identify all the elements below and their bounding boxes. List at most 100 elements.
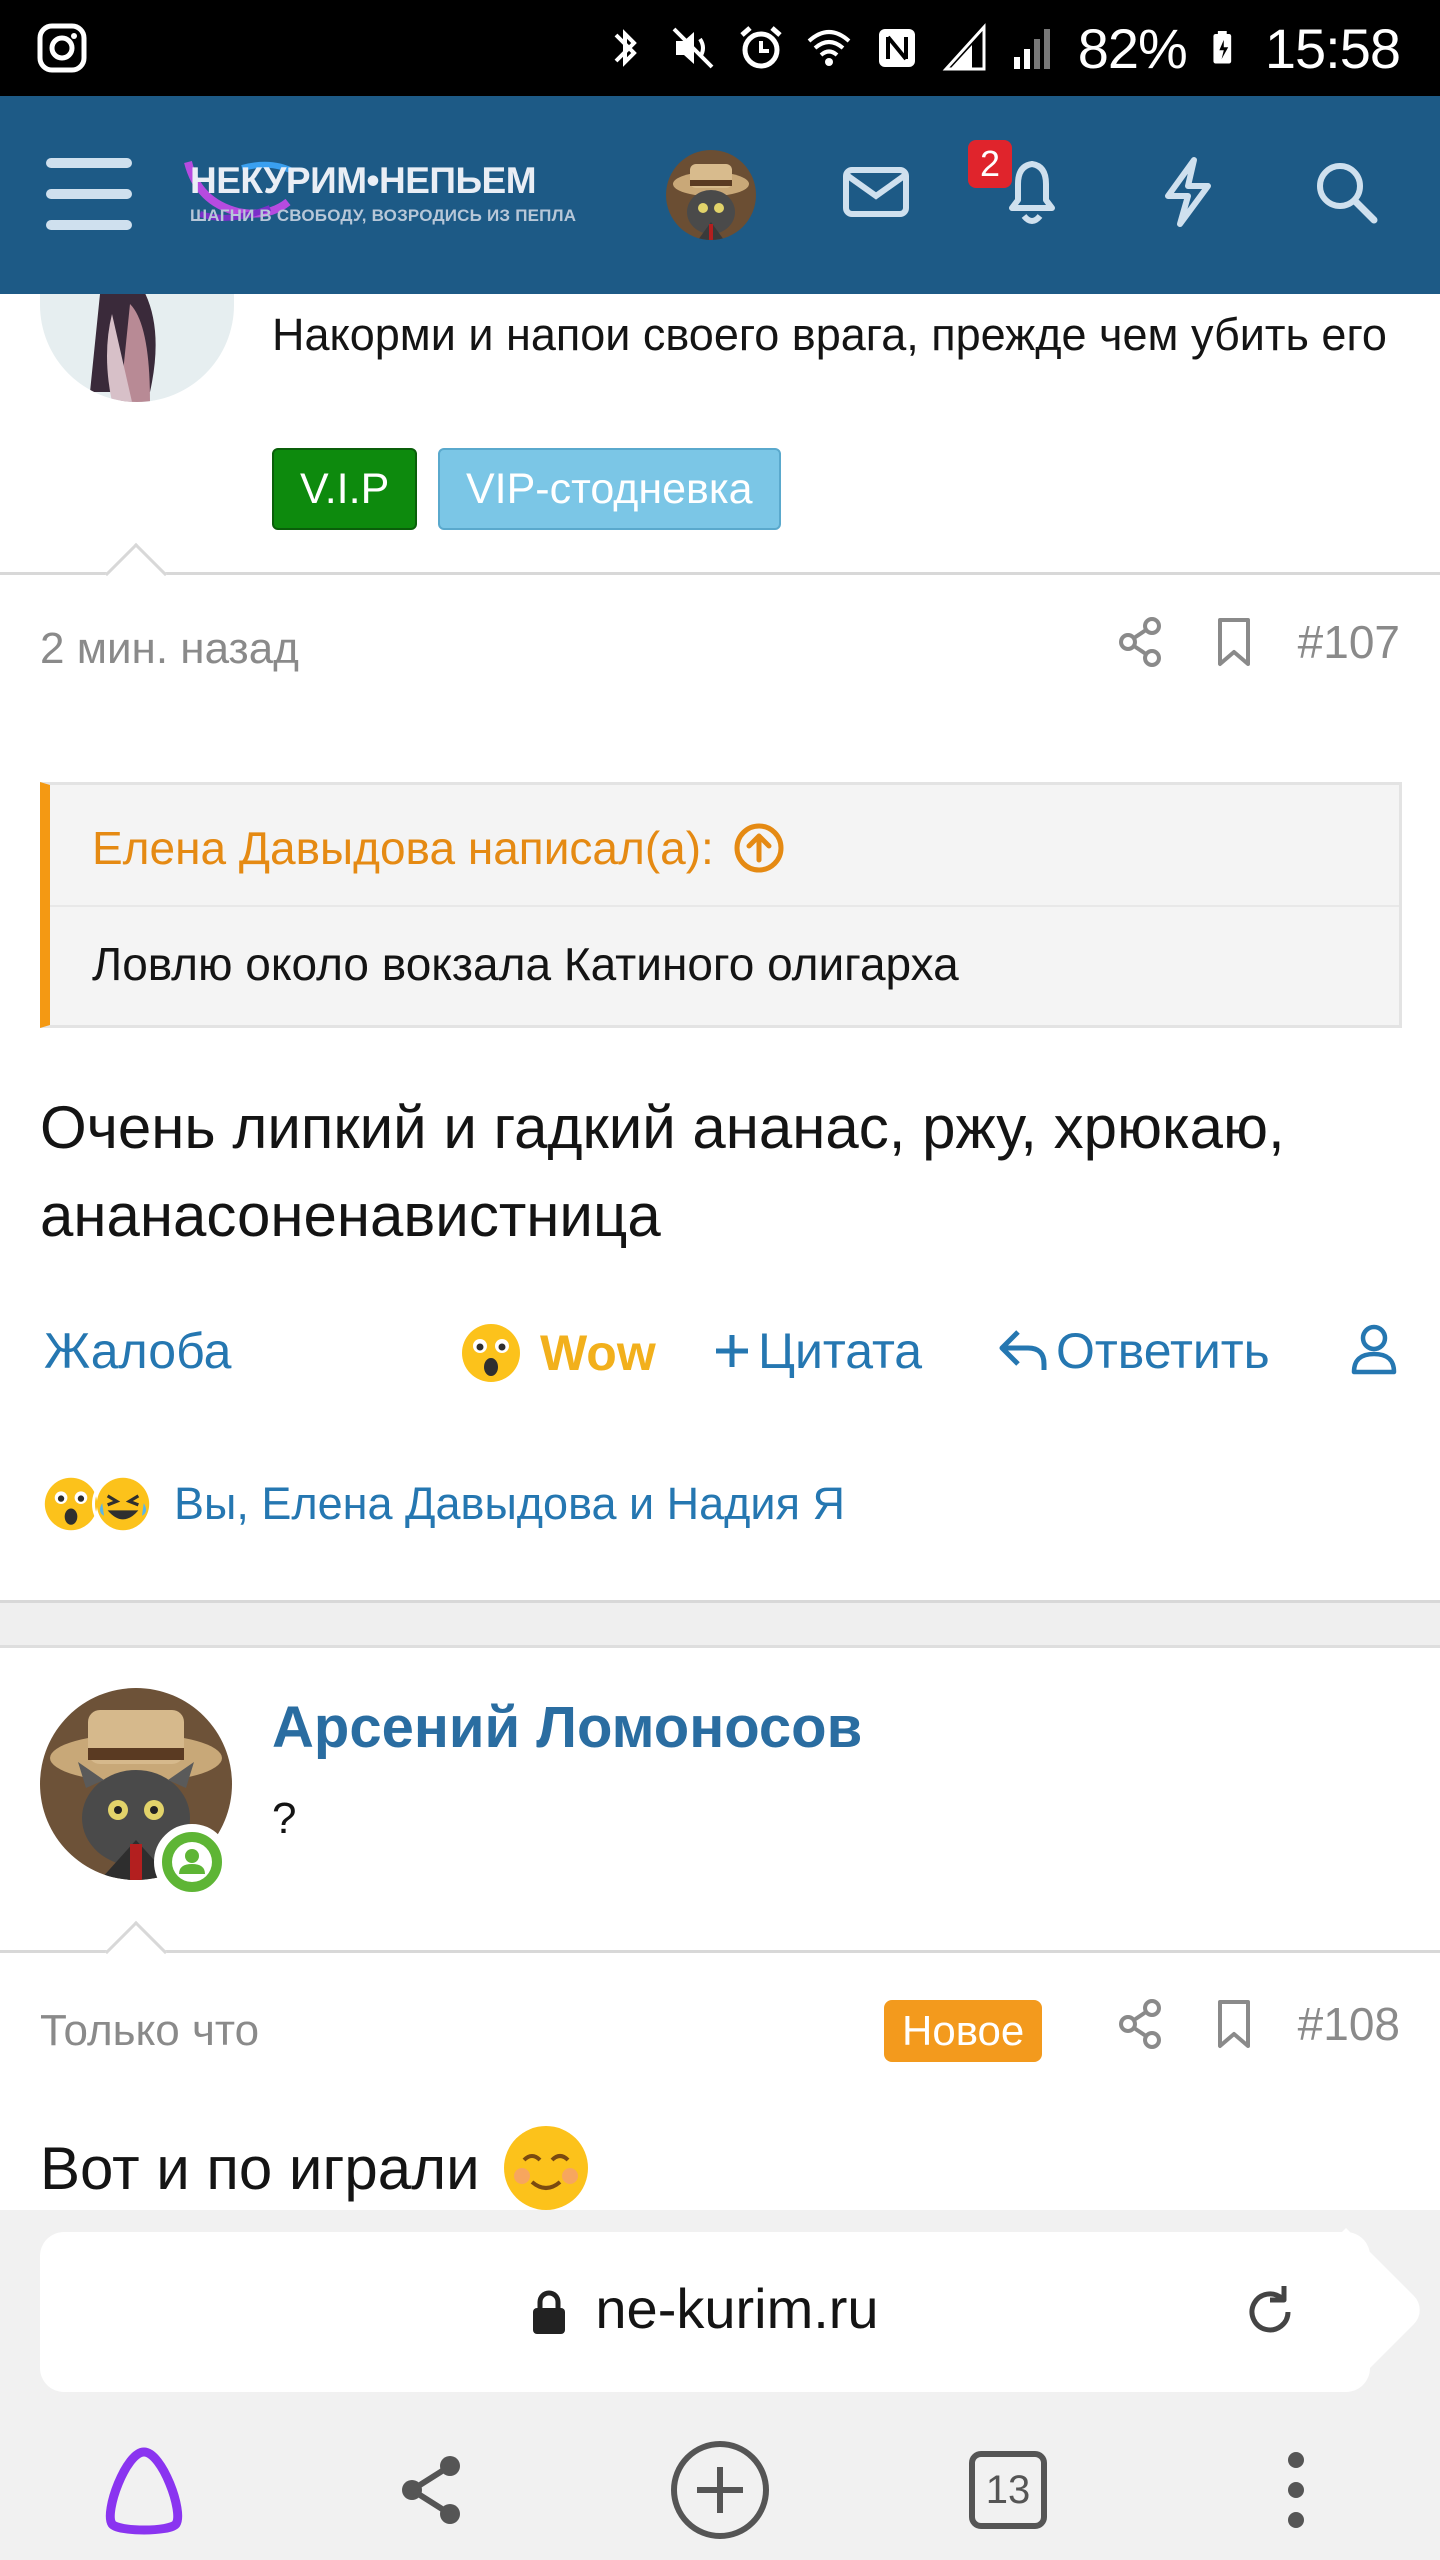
tabs-count: 13 <box>969 2451 1047 2529</box>
reply-icon <box>999 1330 1047 1370</box>
bookmark-button[interactable] <box>1204 1994 1264 2054</box>
post-108-text: Вот и по играли <box>40 2134 480 2202</box>
reply-button[interactable]: Ответить <box>996 1322 1270 1380</box>
wifi-icon <box>807 30 851 66</box>
post-gap <box>0 1600 1440 1648</box>
share-icon <box>402 2456 460 2524</box>
nfc-icon <box>878 29 915 67</box>
battery-percent: 82% <box>1077 16 1188 80</box>
assistant-button[interactable] <box>84 2430 204 2550</box>
post-108-controls: #108 <box>1110 1994 1400 2054</box>
post-108-author[interactable]: Арсений Ломоносов <box>272 1694 862 1761</box>
user-online-icon <box>172 1842 212 1882</box>
url-text: ne-kurim.ru <box>595 2277 879 2340</box>
arrow-up-circle-icon[interactable] <box>732 821 786 875</box>
post-107-actions: Жалоба Wow Цитата Ответить <box>0 1310 1440 1400</box>
post-108-author-title: ? <box>272 1794 297 1843</box>
post-108-number[interactable]: #108 <box>1298 1997 1400 2051</box>
share-icon <box>1118 1999 1161 2049</box>
status-bar: 82% 15:58 <box>0 0 1440 96</box>
quote-author[interactable]: Елена Давыдова написал(а): <box>92 821 786 875</box>
post-107-body: Очень липкий и гадкий ананас, ржу, хрюка… <box>40 1094 1285 1249</box>
post-divider-notch <box>104 1920 168 1984</box>
report-button[interactable]: Жалоба <box>44 1322 231 1380</box>
bookmark-icon <box>1217 2000 1250 2048</box>
browser-toolbar: ne-kurim.ru 13 <box>0 2210 1440 2560</box>
post-108-body: Вот и по играли <box>40 2124 590 2210</box>
lightning-icon <box>1165 157 1211 227</box>
bookmark-button[interactable] <box>1204 612 1264 672</box>
menu-button[interactable] <box>46 158 132 230</box>
signal-icon-2 <box>1013 29 1050 69</box>
instagram-icon <box>37 23 87 73</box>
address-bar-content: ne-kurim.ru <box>40 2276 1370 2341</box>
plus-circle-icon <box>671 2441 769 2539</box>
alarm-icon <box>740 26 782 69</box>
quote-block: Елена Давыдова написал(а): Ловлю около в… <box>40 782 1402 1028</box>
report-label: Жалоба <box>44 1323 232 1379</box>
post-divider <box>0 572 1440 575</box>
address-bar[interactable]: ne-kurim.ru <box>40 2232 1370 2392</box>
post-divider-notch <box>104 542 168 606</box>
new-post-badge: Новое <box>884 2000 1043 2062</box>
thread-content: Накорми и напои своего врага, прежде чем… <box>0 294 1440 2210</box>
laugh-reaction-icon <box>92 1473 154 1535</box>
tabs-button[interactable]: 13 <box>948 2430 1068 2550</box>
signal-icon <box>942 23 986 71</box>
post-108-time[interactable]: Только что <box>40 2006 259 2056</box>
search-icon <box>1317 163 1378 224</box>
user-actions-button[interactable] <box>1350 1322 1398 1376</box>
envelope-icon <box>843 167 909 217</box>
bluetooth-icon <box>614 29 637 67</box>
post-107-controls: #107 <box>1110 612 1400 672</box>
smile-emoji-icon <box>503 2126 588 2210</box>
online-status-indicator <box>154 1824 230 1900</box>
quote-text: Ловлю около вокзала Катиного олигарха <box>92 938 959 990</box>
user-icon <box>1351 1324 1397 1375</box>
mute-icon <box>672 27 714 69</box>
browser-menu-button[interactable] <box>1236 2430 1356 2550</box>
share-button[interactable] <box>1110 612 1170 672</box>
menu-bar <box>46 189 132 199</box>
post-divider <box>0 1950 1440 1953</box>
reactions-summary[interactable]: Вы, Елена Давыдова и Надия Я <box>40 1464 845 1544</box>
site-logo[interactable]: НЕКУРИМ•НЕПЬЕМ ШАГНИ В СВОБОДУ, ВОЗРОДИС… <box>184 156 586 236</box>
bookmark-icon <box>1217 618 1250 666</box>
share-icon <box>1118 617 1161 667</box>
user-tag-vip: V.I.P <box>272 448 418 530</box>
reply-label: Ответить <box>1056 1323 1270 1379</box>
logo-title: НЕКУРИМ•НЕПЬЕМ <box>190 160 537 201</box>
new-tab-button[interactable] <box>660 2430 780 2550</box>
quote-author-label: Елена Давыдова написал(а): <box>92 822 714 874</box>
prev-post-signature: Накорми и напои своего врага, прежде чем… <box>272 309 1387 360</box>
post-107-time[interactable]: 2 мин. назад <box>40 624 299 674</box>
search-button[interactable] <box>1306 152 1386 232</box>
clock: 15:58 <box>1264 16 1401 80</box>
lock-icon <box>533 2290 566 2335</box>
reload-icon[interactable] <box>1240 2282 1300 2342</box>
quote-separator <box>50 905 1399 907</box>
logo-subtitle: ШАГНИ В СВОБОДУ, ВОЗРОДИСЬ ИЗ ПЕПЛА <box>190 206 577 225</box>
wow-label: Wow <box>540 1325 656 1381</box>
menu-bar <box>46 158 132 168</box>
user-avatar-menu[interactable] <box>666 150 756 240</box>
alice-assistant-icon <box>105 2447 183 2535</box>
whats-new-button[interactable] <box>1148 152 1228 232</box>
wow-emoji-icon <box>462 1324 520 1382</box>
menu-bar <box>46 220 132 230</box>
plus-icon <box>716 1335 748 1367</box>
app-header: НЕКУРИМ•НЕПЬЕМ ШАГНИ В СВОБОДУ, ВОЗРОДИС… <box>0 96 1440 294</box>
messages-button[interactable] <box>836 152 916 232</box>
cat-avatar-icon <box>666 150 756 240</box>
user-tag-vip-stodnevka: VIP-стодневка <box>438 448 781 530</box>
share-button[interactable] <box>1110 1994 1170 2054</box>
quote-label: Цитата <box>758 1323 923 1379</box>
more-vertical-icon <box>1288 2452 1304 2528</box>
reactions-text: Вы, Елена Давыдова и Надия Я <box>174 1478 845 1529</box>
prev-post-avatar[interactable] <box>40 294 234 402</box>
share-page-button[interactable] <box>372 2430 492 2550</box>
quote-button[interactable]: Цитата <box>712 1322 922 1380</box>
notification-count-badge: 2 <box>968 140 1012 188</box>
reaction-wow-button[interactable]: Wow <box>460 1322 656 1384</box>
post-107-number[interactable]: #107 <box>1298 615 1400 669</box>
